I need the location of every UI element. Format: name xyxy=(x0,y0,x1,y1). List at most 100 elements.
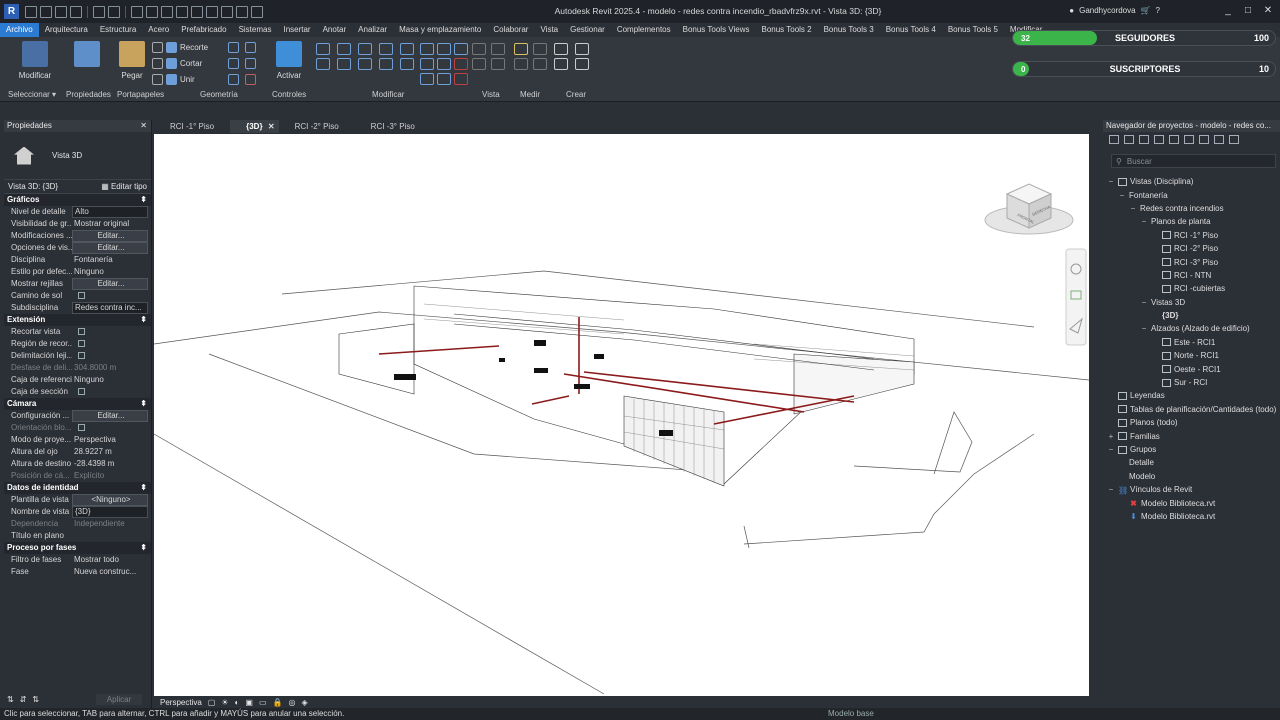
collapse-icon[interactable]: ⇞ xyxy=(140,314,147,326)
sun-path-icon[interactable]: ☀ xyxy=(221,698,228,707)
remove-paint-icon[interactable] xyxy=(228,74,239,85)
sort-icon[interactable]: ⇅ xyxy=(7,695,14,704)
paint-icon[interactable] xyxy=(245,42,256,53)
document-tab[interactable]: RCI -1° Piso xyxy=(154,120,230,133)
user-name[interactable]: Gandhycordova xyxy=(1079,6,1135,15)
tree-item[interactable]: ✖ Modelo Biblioteca.rvt xyxy=(1107,496,1280,509)
collapse-icon[interactable]: − xyxy=(1118,191,1126,200)
browser-tool-icon[interactable] xyxy=(1124,134,1134,144)
tree-item[interactable]: − Vistas 3D xyxy=(1107,296,1280,309)
ribbon-tab[interactable]: Estructura xyxy=(94,23,142,37)
join-button[interactable]: Unir xyxy=(152,74,195,85)
browser-tool-icon[interactable] xyxy=(1169,134,1179,144)
tree-item[interactable]: − ⛓ Vínculos de Revit xyxy=(1107,483,1280,496)
maximize-icon[interactable]: □ xyxy=(1242,5,1254,17)
property-section-header[interactable]: Proceso por fases ⇞ xyxy=(4,542,151,554)
angle-icon[interactable] xyxy=(533,58,547,70)
checkbox[interactable] xyxy=(78,352,85,359)
ribbon-tab[interactable]: Archivo xyxy=(0,23,39,37)
property-section-header[interactable]: Extensión ⇞ xyxy=(4,314,151,326)
property-value[interactable]: {3D} xyxy=(72,506,148,518)
edit-button[interactable]: Editar... xyxy=(72,230,148,242)
property-value[interactable]: Redes contra inc... xyxy=(72,302,148,314)
tree-item[interactable]: Modelo xyxy=(1107,470,1280,483)
modify-button[interactable]: Modificar xyxy=(12,41,58,80)
document-tab[interactable]: RCI -3° Piso xyxy=(355,120,431,133)
activate-button[interactable]: Activar xyxy=(272,41,306,80)
tree-item[interactable]: Oeste - RCI1 xyxy=(1107,362,1280,375)
scale-icon[interactable] xyxy=(454,43,468,55)
ribbon-tab[interactable]: Anotar xyxy=(317,23,353,37)
tree-item[interactable]: − Planos de planta xyxy=(1107,215,1280,228)
browser-tool-icon[interactable] xyxy=(1139,134,1149,144)
hammer-icon[interactable] xyxy=(245,74,256,85)
collapse-icon[interactable]: − xyxy=(1107,445,1115,454)
edit-button[interactable]: Editar... xyxy=(72,278,148,290)
demolish-icon[interactable] xyxy=(245,58,256,69)
expand-icon[interactable]: + xyxy=(1107,432,1115,441)
split-icon[interactable] xyxy=(400,43,414,55)
tree-item[interactable]: Detalle xyxy=(1107,456,1280,469)
mirror-draw-icon[interactable] xyxy=(379,43,393,55)
rotate-icon[interactable] xyxy=(358,58,372,70)
property-section-header[interactable]: Datos de identidad ⇞ xyxy=(4,482,151,494)
help-icon[interactable]: ? xyxy=(1156,6,1160,15)
tree-item[interactable]: − Alzados (Alzado de edificio) xyxy=(1107,322,1280,335)
delete-icon[interactable] xyxy=(454,58,468,70)
tree-item[interactable]: RCI -2° Piso xyxy=(1107,242,1280,255)
collapse-icon[interactable]: ⇞ xyxy=(140,398,147,410)
delete-2-icon[interactable] xyxy=(454,73,468,85)
collapse-icon[interactable]: − xyxy=(1140,217,1148,226)
close-icon[interactable]: ✕ xyxy=(1262,5,1274,17)
hide-isolate-icon[interactable]: ◎ xyxy=(288,698,295,707)
collapse-icon[interactable]: − xyxy=(1107,177,1115,186)
tree-item[interactable]: Planos (todo) xyxy=(1107,416,1280,429)
mirror-axis-icon[interactable] xyxy=(358,43,372,55)
tree-item[interactable]: {3D} xyxy=(1107,309,1280,322)
override-2-icon[interactable] xyxy=(491,58,505,70)
link-icon[interactable] xyxy=(1229,134,1239,144)
edit-button[interactable]: Editar... xyxy=(72,242,148,254)
collapse-icon[interactable]: − xyxy=(1107,485,1115,494)
shadows-icon[interactable]: ◐ xyxy=(235,698,240,707)
ribbon-tab[interactable]: Insertar xyxy=(277,23,316,37)
hide-icon[interactable] xyxy=(472,43,486,55)
close-tab-icon[interactable]: ✕ xyxy=(268,120,275,133)
create-similar-icon[interactable] xyxy=(575,58,589,70)
group-icon[interactable] xyxy=(420,58,434,70)
browser-tool-icon[interactable] xyxy=(1109,134,1119,144)
create-parts-icon[interactable] xyxy=(554,43,568,55)
ribbon-tab[interactable]: Bonus Tools 5 xyxy=(942,23,1004,37)
tree-item[interactable]: ⬇ Modelo Biblioteca.rvt xyxy=(1107,510,1280,523)
projection-mode[interactable]: Perspectiva xyxy=(160,698,202,707)
active-workset[interactable]: Modelo base xyxy=(828,708,874,720)
ribbon-tab[interactable]: Masa y emplazamiento xyxy=(393,23,487,37)
document-tab[interactable]: {3D} ✕ xyxy=(230,120,279,133)
hide-2-icon[interactable] xyxy=(472,58,486,70)
view-selector[interactable]: Vista 3D: {3D} xyxy=(8,182,58,191)
offset-icon[interactable] xyxy=(337,43,351,55)
collapse-icon[interactable]: ⇞ xyxy=(140,482,147,494)
create-assembly-icon[interactable] xyxy=(575,43,589,55)
tree-item[interactable]: Leyendas xyxy=(1107,389,1280,402)
checkbox[interactable] xyxy=(78,388,85,395)
pin-icon[interactable] xyxy=(420,43,434,55)
properties-button[interactable] xyxy=(72,41,102,71)
ungroup-icon[interactable] xyxy=(437,58,451,70)
document-tab[interactable]: RCI -2° Piso xyxy=(279,120,355,133)
ribbon-tab[interactable]: Bonus Tools 2 xyxy=(755,23,817,37)
move-icon[interactable] xyxy=(316,58,330,70)
apply-button[interactable]: Aplicar xyxy=(96,693,142,705)
type-selector[interactable]: Vista 3D xyxy=(4,132,151,180)
sort-2-icon[interactable]: ⇵ xyxy=(20,695,27,704)
tree-item[interactable]: Sur - RCI xyxy=(1107,376,1280,389)
browser-tool-icon[interactable] xyxy=(1154,134,1164,144)
edit-type-button[interactable]: ▦ Editar tipo xyxy=(101,182,147,191)
collapse-icon[interactable]: − xyxy=(1140,324,1148,333)
3d-viewport[interactable]: FRONTAL DERECHA xyxy=(154,134,1089,696)
cut-button[interactable]: Cortar xyxy=(152,58,202,69)
tree-item[interactable]: RCI -1° Piso xyxy=(1107,229,1280,242)
reveal-hidden-icon[interactable]: ◈ xyxy=(301,698,307,707)
ribbon-tab[interactable]: Acero xyxy=(142,23,175,37)
ribbon-tab[interactable]: Gestionar xyxy=(564,23,611,37)
